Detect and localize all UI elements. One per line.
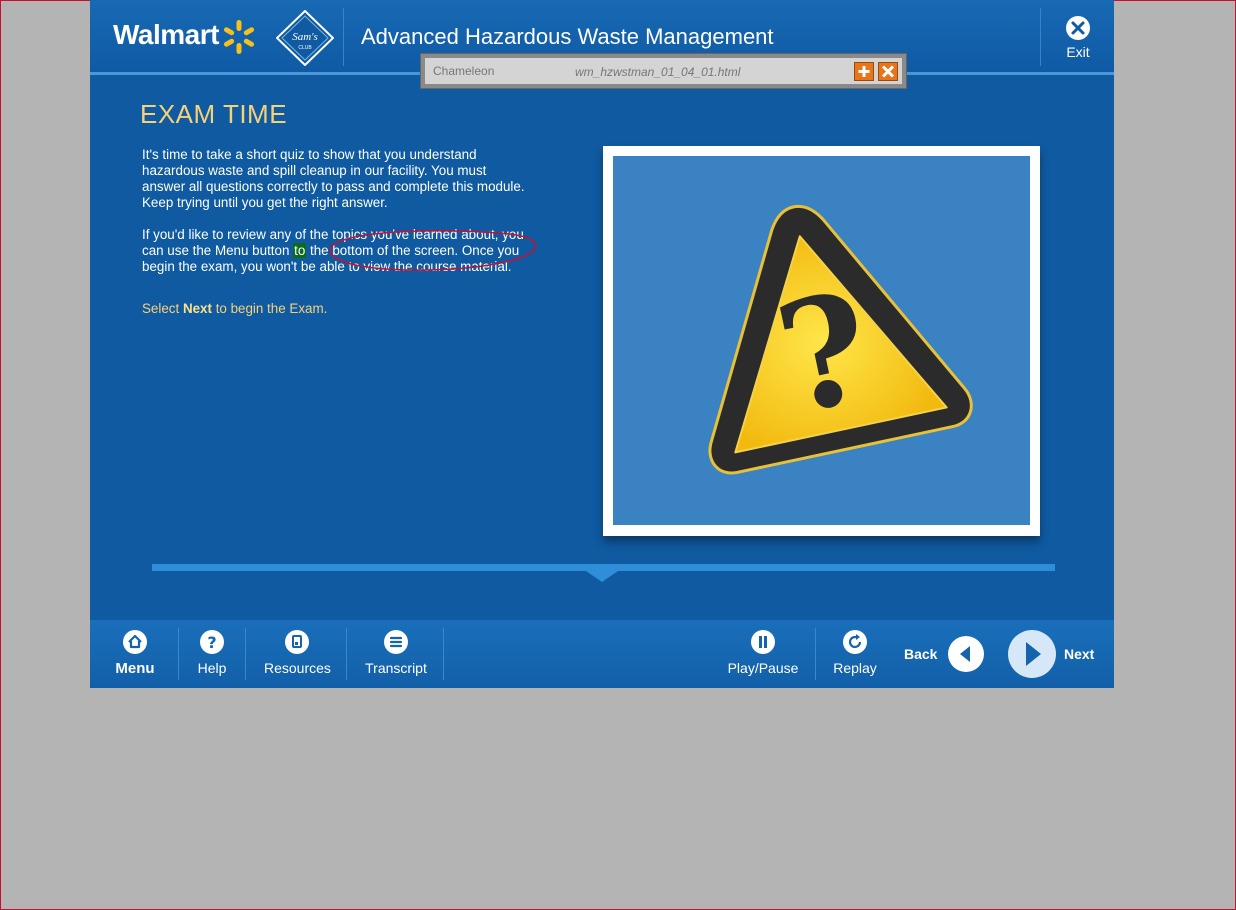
footer-divider [245, 628, 246, 680]
course-title: Advanced Hazardous Waste Management [361, 24, 774, 49]
page-title: EXAM TIME [140, 99, 288, 129]
warning-image-frame: ? [603, 146, 1040, 536]
help-button[interactable]: ? Help [194, 630, 230, 676]
instruction-suffix: to begin the Exam. [211, 301, 328, 316]
arrow-left-icon [960, 646, 970, 662]
svg-text:?: ? [207, 633, 216, 652]
transcript-label: Transcript [365, 660, 427, 676]
replay-label: Replay [833, 660, 877, 676]
resources-label: Resources [264, 660, 331, 676]
play-pause-button[interactable]: Play/Pause [727, 630, 799, 676]
highlighted-word: to [293, 243, 307, 258]
svg-text:CLUB: CLUB [298, 45, 312, 51]
menu-label: Menu [115, 660, 155, 677]
footer-divider [178, 628, 179, 680]
back-button[interactable] [948, 636, 984, 672]
chameleon-filename: wm_hzwstman_01_04_01.html [575, 65, 741, 79]
instruction-prefix: Select [142, 301, 183, 316]
progress-notch [586, 571, 618, 582]
chameleon-toolbar-inner: Chameleon wm_hzwstman_01_04_01.html [425, 58, 902, 84]
progress-track [152, 564, 1055, 571]
next-button[interactable] [1008, 630, 1056, 678]
replay-button[interactable]: Replay [832, 630, 878, 676]
document-icon [285, 630, 309, 654]
walmart-logo-text: Walmart [113, 19, 219, 50]
walmart-spark-icon [223, 20, 255, 54]
instruction-next-keyword: Next [182, 301, 212, 316]
svg-text:Sam's: Sam's [292, 31, 318, 43]
pause-icon [751, 630, 775, 654]
help-label: Help [197, 660, 227, 676]
header-divider [343, 8, 344, 66]
review-paragraph: If you'd like to review any of the topic… [142, 227, 532, 275]
chameleon-expand-button[interactable] [854, 62, 874, 81]
warning-question-icon: ? [708, 204, 973, 475]
close-icon [1066, 16, 1090, 40]
chameleon-close-button[interactable] [878, 62, 898, 81]
home-icon [123, 630, 147, 654]
sams-club-logo-icon: Sam's CLUB [276, 10, 334, 66]
menu-button[interactable]: Menu [112, 630, 158, 677]
footer-divider [346, 628, 347, 680]
play-pause-label: Play/Pause [727, 660, 799, 676]
back-label[interactable]: Back [904, 646, 937, 662]
plus-icon [858, 66, 870, 77]
transcript-button[interactable]: Transcript [364, 630, 428, 676]
chameleon-toolbar: Chameleon wm_hzwstman_01_04_01.html [420, 53, 907, 89]
chameleon-logo: Chameleon [433, 64, 495, 78]
warning-image-background: ? [613, 156, 1030, 525]
question-icon: ? [200, 630, 224, 654]
navigation-bar: Menu ? Help Resources Transcript Play/Pa… [90, 620, 1114, 688]
instruction-text: Select Next to begin the Exam. [142, 301, 327, 316]
footer-divider [815, 628, 816, 680]
footer-divider [443, 628, 444, 680]
exit-button[interactable]: Exit [1040, 16, 1116, 68]
exit-label: Exit [1066, 44, 1090, 60]
close-icon [881, 65, 895, 78]
list-icon [384, 630, 408, 654]
resources-button[interactable]: Resources [264, 630, 331, 676]
replay-icon [843, 630, 867, 654]
arrow-right-icon [1026, 642, 1041, 666]
intro-paragraph: It's time to take a short quiz to show t… [142, 147, 525, 210]
next-label[interactable]: Next [1064, 646, 1094, 662]
course-player: Walmart Sam's CLUB Advanced Hazardous Wa… [90, 0, 1114, 688]
